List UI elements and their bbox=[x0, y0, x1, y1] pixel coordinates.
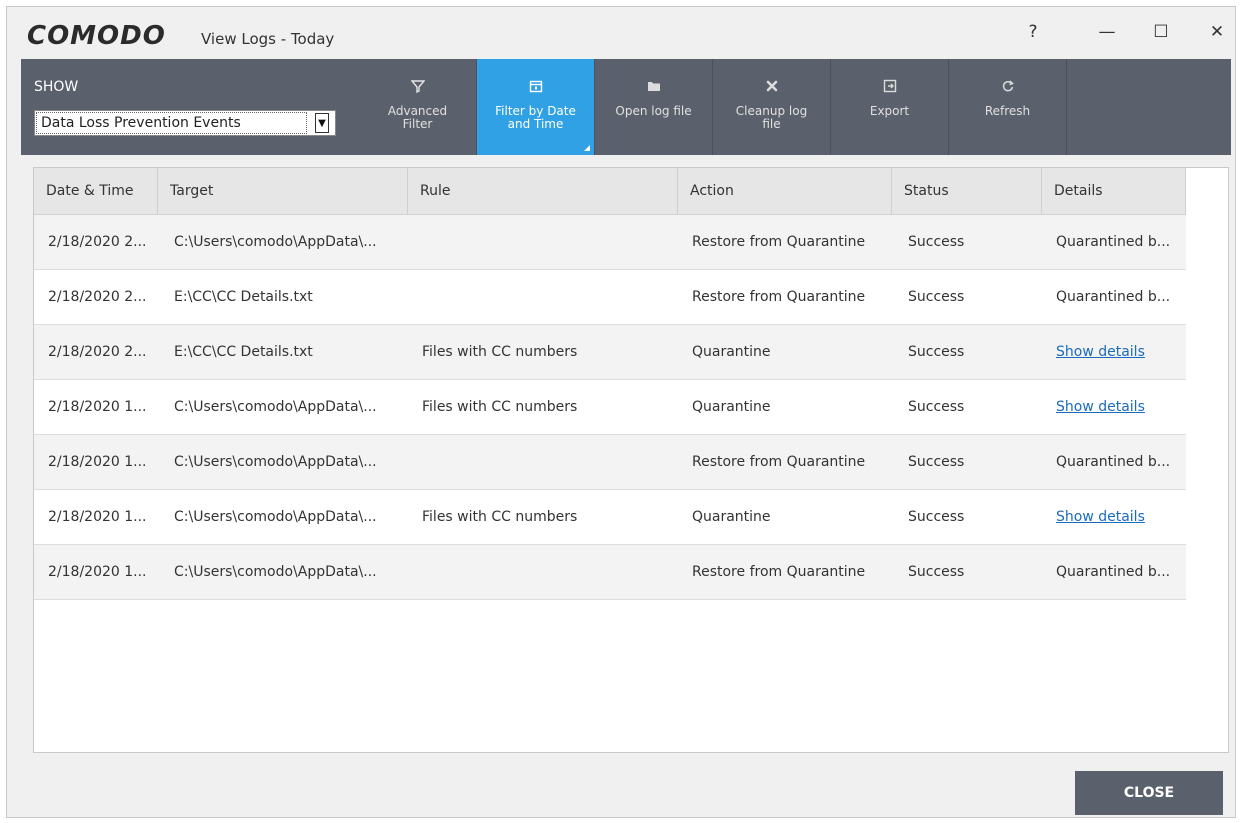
advanced-filter-label: Advanced Filter bbox=[387, 104, 448, 131]
table-row[interactable]: 2/18/2020 1... C:\Users\comodo\AppData\.… bbox=[34, 435, 1186, 490]
calendar-icon bbox=[529, 75, 543, 97]
cell-action: Quarantine bbox=[692, 344, 771, 360]
cell-rule bbox=[422, 215, 672, 269]
cell-date-time: 2/18/2020 2... bbox=[48, 234, 147, 250]
minimize-button[interactable]: — bbox=[1087, 19, 1127, 45]
cell-action: Quarantine bbox=[692, 509, 771, 525]
cell-rule bbox=[422, 270, 672, 324]
table-row[interactable]: 2/18/2020 2... E:\CC\CC Details.txt Rest… bbox=[34, 270, 1186, 325]
cell-target: C:\Users\comodo\AppData\... bbox=[174, 399, 377, 415]
table-row[interactable]: 2/18/2020 1... C:\Users\comodo\AppData\.… bbox=[34, 490, 1186, 545]
folder-icon bbox=[647, 75, 661, 97]
column-header-action[interactable]: Action bbox=[678, 168, 892, 215]
table-row[interactable]: 2/18/2020 2... C:\Users\comodo\AppData\.… bbox=[34, 215, 1186, 270]
table-row[interactable]: 2/18/2020 1... C:\Users\comodo\AppData\.… bbox=[34, 380, 1186, 435]
refresh-icon bbox=[1001, 75, 1015, 97]
cell-action: Quarantine bbox=[692, 399, 771, 415]
cell-target: E:\CC\CC Details.txt bbox=[174, 289, 313, 305]
comodo-logo: COMODO bbox=[27, 21, 166, 51]
filter-by-date-button[interactable]: Filter by Date and Time bbox=[477, 59, 595, 155]
log-type-value: Data Loss Prevention Events bbox=[36, 112, 307, 134]
refresh-label: Refresh bbox=[984, 104, 1031, 118]
cell-rule bbox=[422, 545, 672, 599]
open-log-file-label: Open log file bbox=[615, 104, 692, 118]
export-icon bbox=[883, 75, 897, 97]
close-window-button[interactable]: ✕ bbox=[1197, 19, 1237, 45]
cell-target: C:\Users\comodo\AppData\... bbox=[174, 234, 377, 250]
toolbar: SHOW Data Loss Prevention Events ▼ Advan… bbox=[21, 59, 1231, 155]
cell-date-time: 2/18/2020 1... bbox=[48, 399, 147, 415]
cell-date-time: 2/18/2020 2... bbox=[48, 344, 147, 360]
filter-by-date-label: Filter by Date and Time bbox=[495, 104, 576, 131]
view-logs-window: COMODO View Logs - Today ? — ☐ ✕ SHOW Da… bbox=[6, 6, 1236, 818]
cell-details: Quarantined b... bbox=[1056, 454, 1171, 470]
cell-rule: Files with CC numbers bbox=[422, 399, 578, 415]
column-header-target[interactable]: Target bbox=[158, 168, 408, 215]
cell-status: Success bbox=[908, 509, 965, 525]
export-button[interactable]: Export bbox=[831, 59, 949, 155]
column-header-details[interactable]: Details bbox=[1042, 168, 1186, 215]
window-title: View Logs - Today bbox=[201, 30, 335, 48]
table-row[interactable]: 2/18/2020 2... E:\CC\CC Details.txt File… bbox=[34, 325, 1186, 380]
show-details-link[interactable]: Show details bbox=[1056, 490, 1184, 544]
cell-action: Restore from Quarantine bbox=[692, 234, 866, 250]
cell-rule bbox=[422, 435, 672, 489]
cell-status: Success bbox=[908, 454, 965, 470]
title-bar: COMODO View Logs - Today ? — ☐ ✕ bbox=[7, 7, 1235, 59]
cell-details: Quarantined b... bbox=[1056, 234, 1171, 250]
cell-status: Success bbox=[908, 399, 965, 415]
cell-date-time: 2/18/2020 1... bbox=[48, 509, 147, 525]
column-header-date-time[interactable]: Date & Time bbox=[34, 168, 158, 215]
cleanup-log-file-label: Cleanup log file bbox=[735, 104, 808, 131]
cell-target: C:\Users\comodo\AppData\... bbox=[174, 509, 377, 525]
cell-action: Restore from Quarantine bbox=[692, 454, 866, 470]
open-log-file-button[interactable]: Open log file bbox=[595, 59, 713, 155]
help-button[interactable]: ? bbox=[1013, 19, 1053, 45]
show-details-link[interactable]: Show details bbox=[1056, 380, 1184, 434]
cell-status: Success bbox=[908, 289, 965, 305]
advanced-filter-button[interactable]: Advanced Filter bbox=[359, 59, 477, 155]
cell-date-time: 2/18/2020 1... bbox=[48, 454, 147, 470]
logs-table: Date & Time Target Rule Action Status De… bbox=[33, 167, 1229, 753]
cleanup-icon bbox=[766, 75, 778, 97]
cell-target: E:\CC\CC Details.txt bbox=[174, 344, 313, 360]
export-label: Export bbox=[869, 104, 910, 118]
show-details-link[interactable]: Show details bbox=[1056, 325, 1184, 379]
dropdown-arrow-icon[interactable]: ▼ bbox=[315, 113, 329, 133]
cell-rule: Files with CC numbers bbox=[422, 344, 578, 360]
table-row[interactable]: 2/18/2020 1... C:\Users\comodo\AppData\.… bbox=[34, 545, 1186, 600]
cell-date-time: 2/18/2020 1... bbox=[48, 564, 147, 580]
cell-action: Restore from Quarantine bbox=[692, 289, 866, 305]
cell-action: Restore from Quarantine bbox=[692, 564, 866, 580]
cell-details: Quarantined b... bbox=[1056, 564, 1171, 580]
refresh-button[interactable]: Refresh bbox=[949, 59, 1067, 155]
column-header-status[interactable]: Status bbox=[892, 168, 1042, 215]
cell-rule: Files with CC numbers bbox=[422, 509, 578, 525]
close-button[interactable]: CLOSE bbox=[1075, 771, 1223, 815]
cell-details: Quarantined b... bbox=[1056, 289, 1171, 305]
cell-date-time: 2/18/2020 2... bbox=[48, 289, 147, 305]
cell-target: C:\Users\comodo\AppData\... bbox=[174, 454, 377, 470]
show-label: SHOW bbox=[34, 79, 79, 95]
cell-status: Success bbox=[908, 344, 965, 360]
column-header-rule[interactable]: Rule bbox=[408, 168, 678, 215]
log-type-select[interactable]: Data Loss Prevention Events ▼ bbox=[34, 110, 336, 136]
maximize-button[interactable]: ☐ bbox=[1141, 19, 1181, 45]
cell-status: Success bbox=[908, 234, 965, 250]
dropdown-corner-icon bbox=[584, 145, 590, 151]
cell-target: C:\Users\comodo\AppData\... bbox=[174, 564, 377, 580]
filter-icon bbox=[410, 75, 425, 97]
table-header: Date & Time Target Rule Action Status De… bbox=[34, 168, 1186, 215]
cell-status: Success bbox=[908, 564, 965, 580]
cleanup-log-file-button[interactable]: Cleanup log file bbox=[713, 59, 831, 155]
